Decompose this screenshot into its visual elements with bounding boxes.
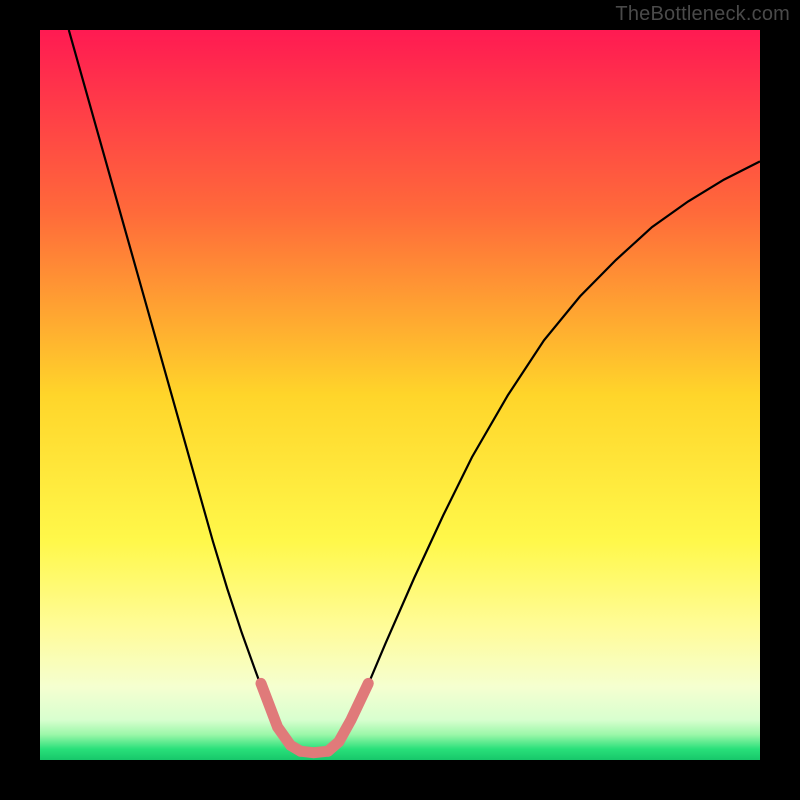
watermark-label: TheBottleneck.com <box>615 3 790 26</box>
bottleneck-chart <box>40 30 760 760</box>
app-frame: TheBottleneck.com <box>0 0 800 800</box>
chart-background <box>40 30 760 760</box>
chart-svg <box>40 30 760 760</box>
